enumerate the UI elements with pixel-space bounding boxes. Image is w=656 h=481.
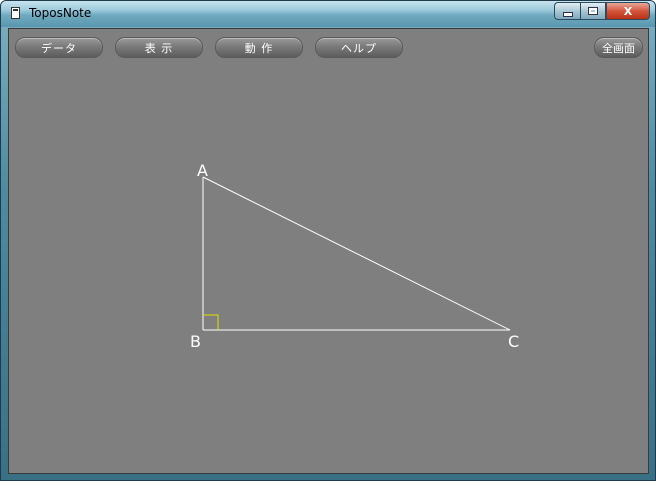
point-a-label[interactable]: A: [197, 161, 208, 180]
app-window: ToposNote X データ 表 示 動 作 ヘルプ 全画面 A B C: [0, 0, 656, 481]
drawing-area[interactable]: データ 表 示 動 作 ヘルプ 全画面 A B C: [8, 28, 649, 474]
app-icon: [11, 7, 20, 19]
maximize-icon: [588, 7, 598, 15]
window-title: ToposNote: [29, 6, 92, 20]
point-b-label[interactable]: B: [190, 332, 201, 351]
point-c-label[interactable]: C: [508, 332, 519, 351]
title-bar[interactable]: ToposNote X: [1, 1, 655, 27]
minimize-button[interactable]: [554, 2, 580, 20]
window-controls: X: [554, 2, 650, 20]
right-angle-marker: [203, 314, 219, 330]
close-icon: X: [623, 4, 633, 18]
segment-ac[interactable]: [202, 176, 511, 331]
maximize-button[interactable]: [580, 2, 606, 20]
close-button[interactable]: X: [606, 2, 650, 20]
geometry-canvas[interactable]: A B C: [9, 29, 648, 473]
minimize-icon: [562, 11, 573, 17]
